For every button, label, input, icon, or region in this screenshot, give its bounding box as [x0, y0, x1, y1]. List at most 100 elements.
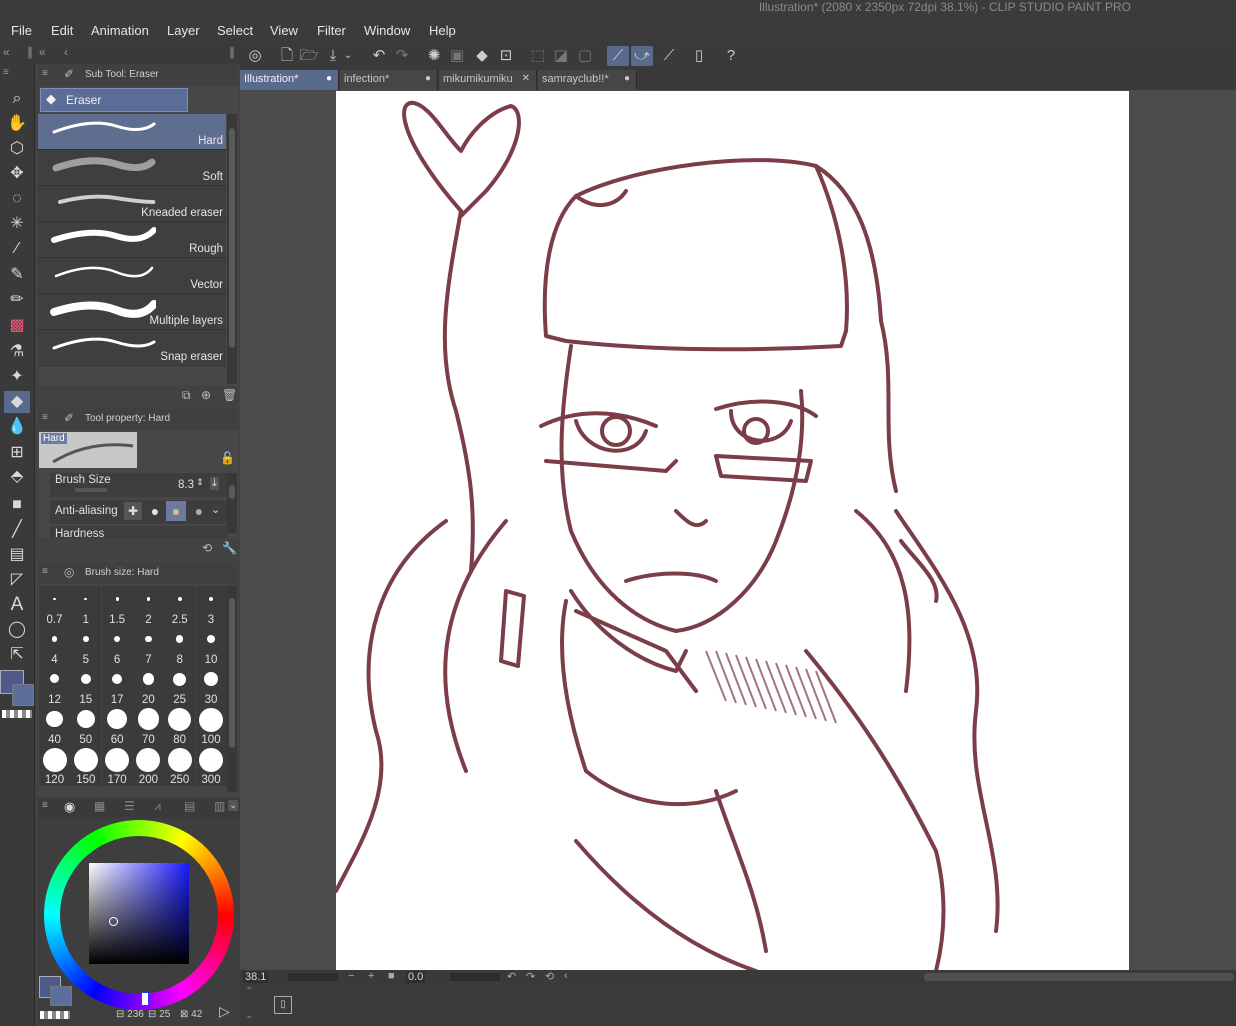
fill-icon[interactable]: ⬘ [4, 466, 30, 488]
zoom-slider[interactable] [288, 973, 338, 981]
color-set-tab-icon[interactable]: ▦ [94, 799, 105, 813]
collapse-double-icon[interactable]: « [39, 45, 46, 59]
intermediate-color-tab-icon[interactable]: ⩘ [154, 799, 161, 814]
menu-file[interactable]: File [11, 23, 32, 38]
eraser-icon[interactable]: ◆ [4, 391, 30, 413]
brush-size-preset[interactable]: 170 [101, 746, 133, 786]
brush-size-scrollbar[interactable] [227, 586, 237, 792]
brush-size-preset[interactable]: 20 [132, 666, 164, 706]
brush-size-preset[interactable]: 1 [70, 586, 102, 626]
wrench-icon[interactable]: 🔧 [222, 541, 237, 555]
ruler-icon[interactable]: ◸ [4, 569, 30, 591]
transparent-color-swatch[interactable] [40, 1011, 70, 1019]
menu-select[interactable]: Select [217, 23, 253, 38]
tab-illustration[interactable]: Illustration* ● [240, 70, 339, 90]
brush-size-preset[interactable]: 200 [132, 746, 164, 786]
panel-toggle-icon[interactable]: ▯ [274, 996, 292, 1014]
brush-item-snap-eraser[interactable]: Snap eraser [38, 330, 226, 366]
eyedropper-icon[interactable]: ⁄ [4, 238, 30, 260]
chevron-down-icon[interactable]: ⌄ [211, 503, 220, 516]
copy-subtool-icon[interactable]: ⧉ [182, 388, 191, 403]
selection-border-icon[interactable]: ▢ [574, 46, 596, 66]
lasso-select-icon[interactable]: ◌ [4, 188, 30, 210]
anti-aliasing-row[interactable]: Anti-aliasing ✚ ● ● ● ⌄ [50, 500, 228, 524]
brush-size-row[interactable]: Brush Size 8.3 ⇕ ⤓ [50, 473, 228, 497]
reset-rotation-icon[interactable]: ⟲ [545, 970, 554, 983]
brush-size-preset[interactable]: 5 [70, 626, 102, 666]
invert-selection-icon[interactable]: ◪ [550, 46, 572, 66]
brush-size-preset[interactable]: 40 [39, 706, 70, 746]
brush-size-preset[interactable]: 3 [195, 586, 227, 626]
tab-mikumikumiku[interactable]: mikumikumiku ✕ [439, 70, 537, 90]
fill-icon[interactable]: ◆ [471, 46, 493, 66]
menu-animation[interactable]: Animation [91, 23, 149, 38]
aa-none-icon[interactable]: ✚ [124, 502, 142, 520]
figure-icon[interactable]: ╱ [4, 519, 30, 541]
brush-size-preset[interactable]: 15 [70, 666, 102, 706]
clear-icon[interactable]: ✺ [423, 46, 445, 66]
airbrush-icon[interactable]: ⚗ [4, 341, 30, 363]
brush-size-preset[interactable]: 8 [164, 626, 196, 666]
deselect-icon[interactable]: ⬚ [527, 46, 549, 66]
chevron-left-icon[interactable]: ‹ [564, 970, 568, 982]
brush-item-multiple-layers[interactable]: Multiple layers [38, 294, 226, 330]
fit-icon[interactable]: ■ [388, 970, 395, 982]
auto-select-icon[interactable]: ✳ [4, 213, 30, 235]
saturation-value-square[interactable] [89, 863, 189, 964]
snap-grid-icon[interactable]: ⟋ [658, 46, 680, 66]
transparent-color-swatch[interactable] [2, 710, 32, 718]
pen-icon[interactable]: ✎ [4, 264, 30, 286]
aa-strong-icon[interactable]: ● [190, 502, 208, 520]
rotation-slider[interactable] [450, 973, 500, 981]
redo-icon[interactable]: ↷ [391, 46, 413, 66]
brush-item-rough[interactable]: Rough [38, 222, 226, 258]
zoom-icon[interactable]: ⌕ [4, 88, 30, 110]
spinner-icon[interactable]: ⇕ [196, 477, 204, 488]
scroll-thumb[interactable] [229, 598, 235, 748]
aa-medium-icon[interactable]: ● [166, 501, 186, 521]
brush-size-preset[interactable]: 2 [132, 586, 164, 626]
menu-icon[interactable]: ≡ [42, 566, 48, 577]
chevron-down-icon[interactable]: ⌄ [228, 800, 239, 811]
lock-icon[interactable]: 🔓 [220, 451, 235, 465]
brush-size-preset[interactable]: 4 [39, 626, 70, 666]
menu-filter[interactable]: Filter [317, 23, 346, 38]
brush-size-preset[interactable]: 7 [132, 626, 164, 666]
pressure-settings-icon[interactable]: ⤓ [210, 477, 219, 490]
undo-icon[interactable]: ↶ [368, 46, 390, 66]
menu-help[interactable]: Help [429, 23, 456, 38]
subtool-scrollbar[interactable] [227, 114, 237, 384]
color-wheel-tab-icon[interactable]: ◉ [64, 799, 75, 815]
aa-weak-icon[interactable]: ● [146, 502, 164, 520]
brush-size-preset[interactable]: 17 [101, 666, 133, 706]
fill-area-icon[interactable]: ⊞ [4, 442, 30, 464]
brush-size-preset[interactable]: 150 [70, 746, 102, 786]
brush-size-preset[interactable]: 25 [164, 666, 196, 706]
scroll-thumb[interactable] [229, 485, 235, 499]
chevron-down-icon[interactable]: ⌄ [245, 1010, 253, 1021]
play-icon[interactable]: ▷ [219, 1003, 230, 1020]
pencil-icon[interactable]: ✏ [4, 289, 30, 311]
tab-close-icon[interactable]: ● [425, 73, 431, 84]
operation-icon[interactable]: ⬡ [4, 138, 30, 160]
snap-special-ruler-icon[interactable]: ⤻ [631, 46, 653, 66]
brush-size-preset[interactable]: 1.5 [101, 586, 133, 626]
brush-size-preset[interactable]: 2.5 [164, 586, 196, 626]
menu-icon[interactable]: ≡ [42, 412, 48, 423]
zoom-value[interactable]: 38.1 [243, 971, 269, 983]
smartphone-icon[interactable]: ▯ [688, 46, 710, 66]
brush-size-preset[interactable]: 120 [39, 746, 70, 786]
text-icon[interactable]: A [4, 594, 30, 616]
hue-handle[interactable] [141, 992, 149, 1006]
brush-size-preset[interactable]: 6 [101, 626, 133, 666]
tab-samrayclub[interactable]: samrayclub!!* ● [538, 70, 637, 90]
create-subtool-icon[interactable]: ⊕ [201, 388, 211, 402]
menu-view[interactable]: View [270, 23, 298, 38]
brush-size-preset[interactable]: 12 [39, 666, 70, 706]
brush-size-preset[interactable]: 60 [101, 706, 133, 746]
rotate-left-icon[interactable]: ↶ [507, 970, 516, 983]
brush-size-preset[interactable]: 0.7 [39, 586, 70, 626]
blend-icon[interactable]: 💧 [4, 416, 30, 438]
delete-subtool-icon[interactable]: 🗑 [222, 388, 237, 402]
tab-infection[interactable]: infection* ● [340, 70, 438, 90]
